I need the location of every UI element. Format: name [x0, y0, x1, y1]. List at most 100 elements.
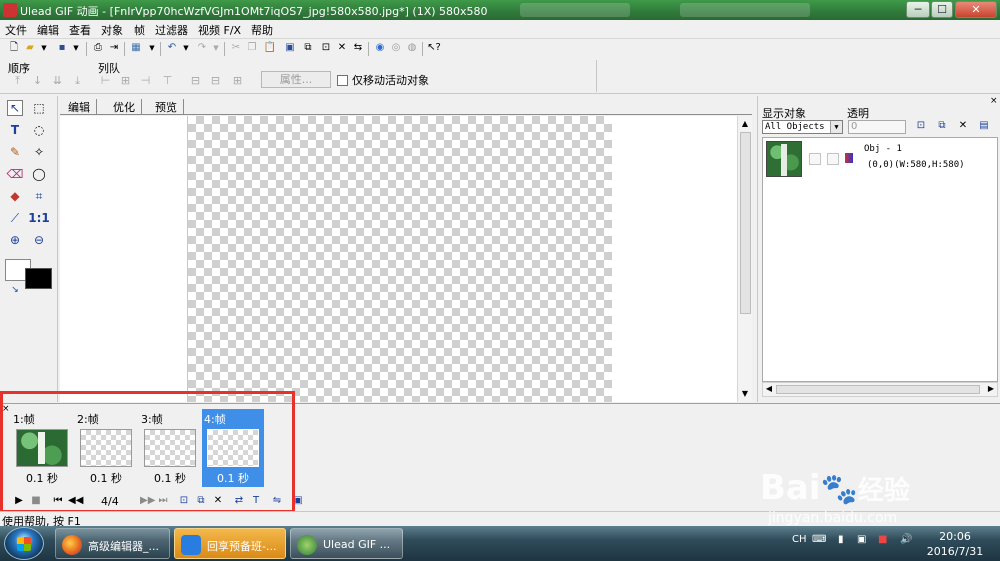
system-clock[interactable]: 20:06 2016/7/31: [922, 529, 988, 559]
edit-tabs: 编辑 优化 预览: [60, 97, 752, 115]
scroll-thumb[interactable]: [740, 132, 751, 314]
print-icon[interactable]: ⎙: [92, 42, 104, 54]
actual-size-tool-icon[interactable]: 1:1: [28, 210, 50, 226]
add-image-icon[interactable]: ▦: [130, 42, 142, 54]
brush-tool-icon[interactable]: ✎: [7, 144, 23, 160]
tray-icon[interactable]: ▣: [857, 534, 866, 545]
frame-properties-icon[interactable]: ⊡: [320, 42, 332, 54]
pick-tool-icon[interactable]: ↖: [7, 100, 23, 116]
toolbar-separator: [224, 42, 225, 56]
crop-tool-icon[interactable]: ⌗: [31, 188, 47, 204]
delete-object-icon[interactable]: ✕: [957, 120, 969, 132]
undo-icon[interactable]: ↶: [166, 42, 178, 54]
paste-icon[interactable]: 📋: [264, 42, 276, 54]
vertical-scrollbar[interactable]: ▲ ▼: [737, 116, 752, 402]
text-tool-icon[interactable]: T: [7, 122, 23, 138]
new-object-icon[interactable]: ⊡: [915, 120, 927, 132]
scroll-down-icon[interactable]: ▼: [740, 389, 750, 399]
menu-file[interactable]: 文件: [5, 22, 27, 38]
chevron-down-icon[interactable]: ▼: [146, 42, 158, 54]
chevron-down-icon[interactable]: ▼: [180, 42, 192, 54]
swap-colors-icon[interactable]: ↘: [7, 282, 23, 298]
tab-optimize[interactable]: 优化: [107, 99, 142, 114]
taskbar-item-ulead[interactable]: Ulead GIF ...: [290, 528, 403, 559]
watermark-brand: Bai: [760, 468, 821, 508]
export-icon[interactable]: ⇥: [108, 42, 120, 54]
fill-tool-icon[interactable]: ◆: [7, 188, 23, 204]
reverse-icon[interactable]: ⇆: [352, 42, 364, 54]
start-button[interactable]: [4, 527, 44, 560]
tab-edit[interactable]: 编辑: [62, 99, 97, 114]
only-move-checkbox[interactable]: [337, 74, 348, 86]
open-folder-icon[interactable]: ▰: [24, 42, 36, 54]
browser-preview-icon[interactable]: ◉: [374, 42, 386, 54]
zoom-out-icon[interactable]: ⊖: [31, 232, 47, 248]
new-file-icon[interactable]: 🗋: [8, 42, 20, 54]
object-visibility-toggle[interactable]: [809, 153, 821, 165]
ime-indicator[interactable]: CH: [792, 534, 807, 545]
close-panel-icon[interactable]: ×: [990, 96, 998, 106]
properties-button[interactable]: 属性...: [261, 71, 331, 88]
tab-preview[interactable]: 预览: [149, 99, 184, 114]
taskbar-item-chat[interactable]: 回享预备班-...: [174, 528, 286, 559]
object-manager-panel: 显示对象 透明 × All Objects ▼ 0 ⊡ ⧉ ✕ ▤ Obj - …: [757, 96, 1000, 402]
horizontal-scrollbar[interactable]: ◀ ▶: [762, 382, 998, 397]
object-geometry: (0,0)(W:580,H:580): [867, 160, 965, 170]
tool-palette: ↖ ⬚ T ◌ ✎ ✧ ⌫ ◯ ◆ ⌗ ⟋ 1:1 ⊕ ⊖: [0, 96, 58, 402]
object-thumbnail[interactable]: [766, 141, 802, 177]
help-pointer-icon[interactable]: ↖?: [427, 42, 441, 54]
frame-icon[interactable]: ▣: [284, 42, 296, 54]
magic-wand-tool-icon[interactable]: ✧: [31, 144, 47, 160]
clock-date: 2016/7/31: [926, 545, 984, 558]
only-move-label: 仅移动活动对象: [352, 74, 429, 87]
save-icon[interactable]: ▪: [56, 42, 68, 54]
globe-icon[interactable]: ◍: [406, 42, 418, 54]
volume-icon[interactable]: 🔊: [900, 534, 912, 545]
network-signal-icon[interactable]: ▮: [838, 534, 844, 545]
taskbar-item-firefox[interactable]: 高级编辑器_...: [55, 528, 170, 559]
minimize-button[interactable]: ─: [906, 1, 930, 18]
optimize-icon[interactable]: ◎: [390, 42, 402, 54]
duplicate-frame-icon[interactable]: ⧉: [302, 42, 314, 54]
lasso-tool-icon[interactable]: ◌: [31, 122, 47, 138]
scroll-up-icon[interactable]: ▲: [740, 119, 750, 129]
object-name: Obj - 1: [864, 144, 902, 154]
menu-filter[interactable]: 过滤器: [155, 22, 188, 38]
menu-view[interactable]: 查看: [69, 22, 91, 38]
chevron-down-icon[interactable]: ▼: [830, 121, 842, 133]
menu-edit[interactable]: 编辑: [37, 22, 59, 38]
eraser-tool-icon[interactable]: ⌫: [7, 166, 24, 182]
object-properties-icon[interactable]: ▤: [978, 120, 990, 132]
menu-frame[interactable]: 帧: [134, 22, 145, 38]
duplicate-object-icon[interactable]: ⧉: [936, 120, 948, 132]
object-filter-select[interactable]: All Objects ▼: [762, 120, 843, 134]
close-button[interactable]: ✕: [955, 1, 997, 18]
security-icon[interactable]: ■: [878, 534, 887, 545]
toolbar-separator: [124, 42, 125, 56]
object-lock-toggle[interactable]: [827, 153, 839, 165]
scroll-left-icon[interactable]: ◀: [764, 384, 774, 394]
copy-icon: ❐: [247, 42, 257, 53]
menu-object[interactable]: 对象: [101, 22, 123, 38]
chevron-down-icon[interactable]: ▼: [38, 42, 50, 54]
delete-icon[interactable]: ✕: [336, 42, 348, 54]
transparency-input[interactable]: 0: [848, 120, 906, 134]
scroll-thumb[interactable]: [776, 385, 980, 394]
keyboard-icon[interactable]: ⌨: [812, 534, 826, 545]
scroll-right-icon[interactable]: ▶: [986, 384, 996, 394]
chevron-down-icon[interactable]: ▼: [70, 42, 82, 54]
windows-logo-icon: [17, 537, 31, 551]
only-move-active-option[interactable]: 仅移动活动对象: [337, 72, 429, 88]
maximize-button[interactable]: ☐: [931, 1, 953, 18]
image-canvas[interactable]: [188, 116, 612, 402]
menu-video-fx[interactable]: 视频 F/X: [198, 22, 241, 38]
eyedropper-tool-icon[interactable]: ⟋: [7, 210, 23, 226]
chevron-down-icon: ▼: [213, 43, 219, 52]
title-bar: Ulead GIF 动画 - [FnIrVpp70hcWzfVGJm1OMt7i…: [0, 0, 1000, 20]
ellipse-tool-icon[interactable]: ◯: [31, 166, 47, 182]
redo-icon: ↷: [197, 42, 207, 53]
zoom-in-icon[interactable]: ⊕: [7, 232, 23, 248]
marquee-tool-icon[interactable]: ⬚: [31, 100, 47, 116]
background-color-swatch[interactable]: [25, 268, 52, 289]
menu-help[interactable]: 帮助: [251, 22, 273, 38]
